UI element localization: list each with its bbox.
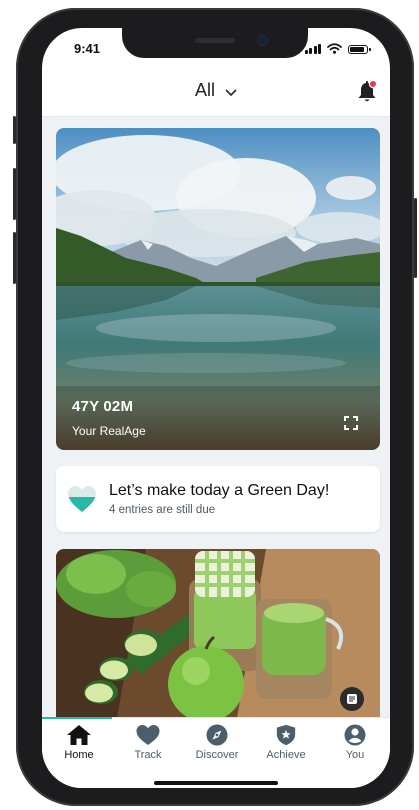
tab-track[interactable]: Track xyxy=(113,724,183,761)
tab-achieve[interactable]: Achieve xyxy=(251,724,321,761)
green-day-subtitle: 4 entries are still due xyxy=(109,504,216,516)
green-day-heart-icon xyxy=(68,486,96,512)
notification-bell-icon[interactable] xyxy=(356,80,378,104)
feed[interactable]: 47Y 02M Your RealAge Let’s make today a … xyxy=(42,117,390,724)
chevron-down-icon xyxy=(225,81,237,102)
tab-you-label: You xyxy=(345,749,365,761)
status-time: 9:41 xyxy=(74,41,101,56)
tab-achieve-label: Achieve xyxy=(266,749,306,761)
home-icon xyxy=(67,725,91,745)
filter-label: All xyxy=(194,80,215,100)
wifi-icon xyxy=(327,43,342,54)
tab-track-label: Track xyxy=(134,749,162,761)
shield-star-icon xyxy=(276,724,296,746)
green-juice-image xyxy=(56,549,380,724)
tab-home-label: Home xyxy=(64,749,94,761)
notification-dot xyxy=(368,80,378,89)
active-tab-indicator xyxy=(42,717,112,719)
front-camera xyxy=(258,36,267,45)
bottom-tab-bar: Home Track Discover Achieve You xyxy=(42,717,390,788)
app-screen: 9:41 All 47Y 02M Your RealAge Let’s make… xyxy=(42,28,390,788)
power-button xyxy=(414,198,417,278)
app-header: All xyxy=(42,72,390,117)
tab-discover[interactable]: Discover xyxy=(182,724,252,761)
notch xyxy=(122,28,308,58)
heart-icon xyxy=(136,725,160,745)
article-icon xyxy=(340,687,364,711)
home-indicator[interactable] xyxy=(154,781,278,785)
speaker xyxy=(195,38,235,43)
expand-icon[interactable] xyxy=(344,416,358,430)
mute-switch xyxy=(13,116,16,144)
battery-icon xyxy=(348,45,371,54)
juice-article-card[interactable] xyxy=(56,549,380,724)
realage-label: Your RealAge xyxy=(72,424,146,438)
compass-icon xyxy=(206,724,228,746)
volume-down-button xyxy=(13,232,16,284)
volume-up-button xyxy=(13,168,16,220)
green-day-card[interactable]: Let’s make today a Green Day! 4 entries … xyxy=(56,466,380,532)
realage-value: 47Y 02M xyxy=(72,398,134,415)
feed-filter-dropdown[interactable]: All xyxy=(42,80,390,102)
tab-home[interactable]: Home xyxy=(44,724,114,761)
tab-discover-label: Discover xyxy=(195,749,239,761)
green-day-title: Let’s make today a Green Day! xyxy=(109,482,330,499)
tab-you[interactable]: You xyxy=(320,724,390,761)
status-icons xyxy=(304,43,371,54)
realage-card[interactable]: 47Y 02M Your RealAge xyxy=(56,128,380,450)
person-icon xyxy=(344,724,366,746)
signal-icon xyxy=(304,44,321,54)
